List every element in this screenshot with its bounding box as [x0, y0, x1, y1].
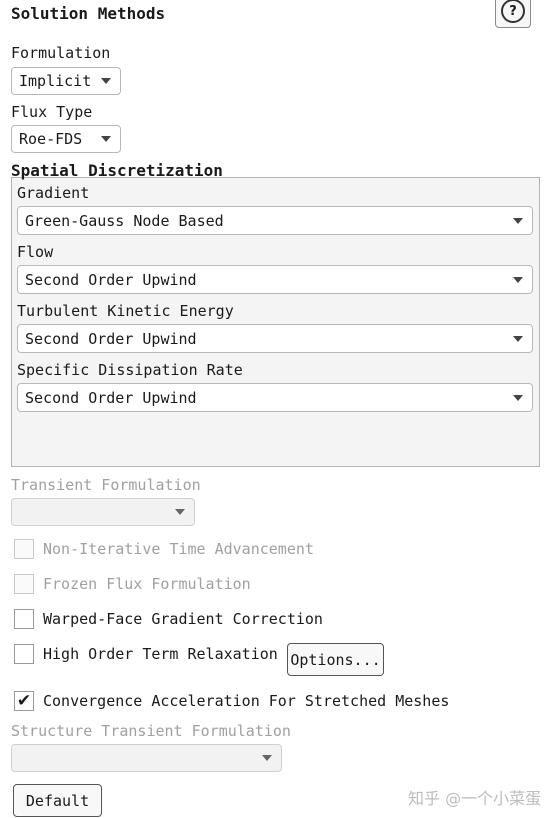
structure-transient-label: Structure Transient Formulation — [11, 722, 291, 740]
flow-value: Second Order Upwind — [25, 270, 197, 289]
chevron-down-icon — [101, 78, 111, 84]
structure-transient-dropdown[interactable] — [11, 744, 282, 772]
default-button[interactable]: Default — [13, 784, 102, 817]
transient-formulation-label: Transient Formulation — [11, 476, 201, 494]
transient-formulation-dropdown[interactable] — [11, 498, 195, 526]
convergence-checkbox[interactable]: ✔ — [14, 691, 34, 711]
warped-face-checkbox[interactable] — [14, 609, 34, 629]
warped-face-label: Warped-Face Gradient Correction — [43, 610, 323, 628]
chevron-down-icon — [513, 335, 523, 342]
high-order-checkbox[interactable] — [14, 644, 34, 664]
gradient-dropdown[interactable]: Green-Gauss Node Based — [17, 206, 533, 235]
watermark: 知乎 @一个小菜蛋 — [408, 789, 542, 808]
non-iterative-checkbox[interactable] — [14, 539, 34, 559]
convergence-label: Convergence Acceleration For Stretched M… — [43, 692, 450, 710]
options-button[interactable]: Options... — [287, 643, 384, 676]
tke-value: Second Order Upwind — [25, 329, 197, 348]
chevron-down-icon — [513, 394, 523, 401]
tke-dropdown[interactable]: Second Order Upwind — [17, 324, 533, 353]
flow-label: Flow — [17, 243, 54, 261]
high-order-label: High Order Term Relaxation — [43, 645, 278, 663]
non-iterative-label: Non-Iterative Time Advancement — [43, 540, 314, 558]
checkmark-icon: ✔ — [16, 691, 32, 711]
flux-type-value: Roe-FDS — [19, 130, 83, 148]
panel-title: Solution Methods — [11, 4, 166, 23]
formulation-label: Formulation — [11, 44, 111, 62]
sdr-dropdown[interactable]: Second Order Upwind — [17, 383, 533, 412]
chevron-down-icon — [175, 509, 185, 515]
frozen-flux-checkbox[interactable] — [14, 574, 34, 594]
chevron-down-icon — [262, 755, 272, 761]
help-button[interactable]: ? — [495, 0, 531, 28]
flux-type-dropdown[interactable]: Roe-FDS — [11, 125, 121, 153]
flux-type-label: Flux Type — [11, 103, 93, 121]
sdr-label: Specific Dissipation Rate — [17, 361, 243, 379]
chevron-down-icon — [513, 217, 523, 224]
formulation-dropdown[interactable]: Implicit — [11, 67, 121, 95]
spatial-discretization-title: Spatial Discretization — [11, 161, 223, 180]
gradient-label: Gradient — [17, 184, 90, 202]
tke-label: Turbulent Kinetic Energy — [17, 302, 234, 320]
help-icon: ? — [501, 0, 525, 23]
frozen-flux-label: Frozen Flux Formulation — [43, 575, 251, 593]
flow-dropdown[interactable]: Second Order Upwind — [17, 265, 533, 294]
gradient-value: Green-Gauss Node Based — [25, 211, 224, 230]
chevron-down-icon — [101, 136, 111, 142]
formulation-value: Implicit — [19, 72, 92, 90]
sdr-value: Second Order Upwind — [25, 388, 197, 407]
chevron-down-icon — [513, 276, 523, 283]
